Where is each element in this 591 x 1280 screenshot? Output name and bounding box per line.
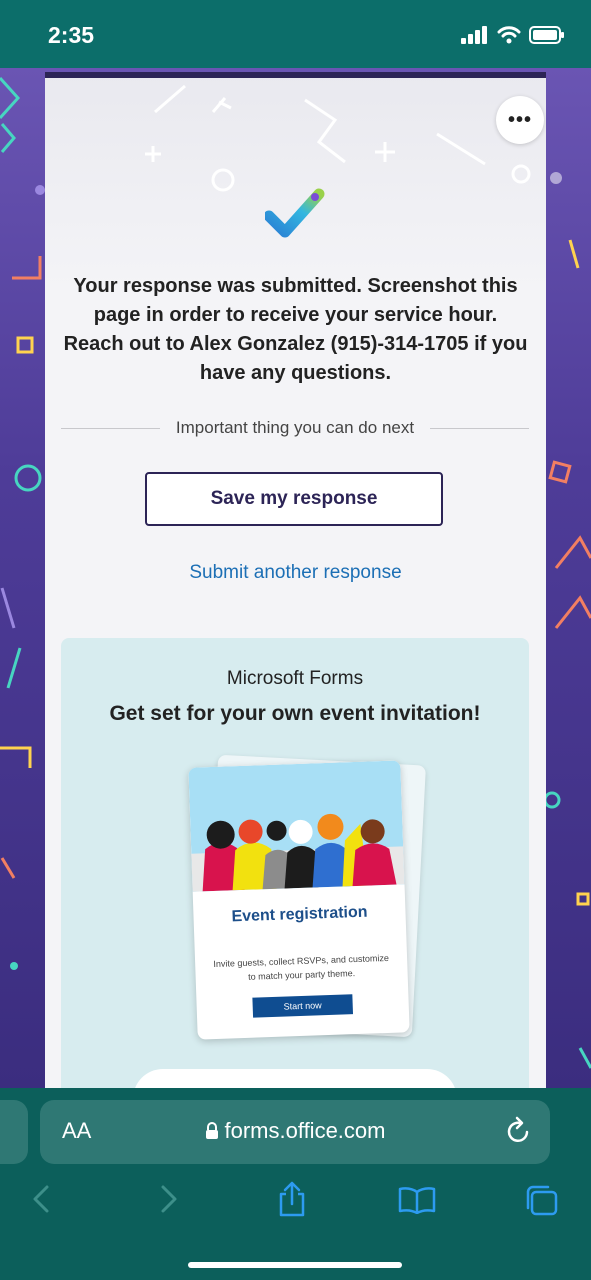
bookmarks-icon[interactable] [398,1186,436,1214]
url-display[interactable]: forms.office.com [40,1118,550,1144]
submission-message: Your response was submitted. Screenshot … [45,272,546,388]
submit-another-link[interactable]: Submit another response [45,562,546,584]
more-icon: ••• [507,108,532,131]
next-steps-divider: Important thing you can do next [61,418,529,438]
message-line: page in order to receive your service ho… [93,304,498,326]
crowd-illustration [188,760,405,892]
address-bar[interactable]: AA forms.office.com [40,1100,550,1164]
share-icon[interactable] [276,1180,308,1218]
tabs-icon[interactable] [524,1184,560,1218]
next-card-preview [133,1069,457,1088]
card-header-art [45,72,546,292]
battery-icon [529,26,564,44]
card-top-bar [45,72,546,78]
message-line: Reach out to Alex Gonzalez (915)-314-170… [63,333,528,355]
lock-icon [205,1122,218,1139]
confirmation-card: ••• Your response was submitted. Screens… [45,72,546,1088]
promo-headline: Get set for your own event invitation! [109,702,481,725]
message-line: have any questions. [199,362,392,384]
tile-title: Event registration [231,903,368,926]
reload-icon[interactable] [506,1116,532,1144]
divider-line [430,427,529,429]
divider-line [61,427,160,429]
promo-brand: Microsoft Forms [226,668,364,689]
tile-description: Invite guests, collect RSVPs, and custom… [205,951,398,986]
browser-toolbar: AA forms.office.com [0,1088,591,1280]
header-doodles [145,84,531,192]
checkmark-icon [265,188,325,238]
promo-panel: Microsoft Forms Get set for your own eve… [61,638,529,1088]
status-time: 2:35 [48,22,95,48]
event-template-tile[interactable]: Event registration Invite guests, collec… [188,760,410,1040]
status-bar: 2:35 [0,0,591,68]
start-now-button[interactable]: Start now [252,994,354,1018]
home-indicator [188,1262,402,1268]
wifi-icon [497,26,521,44]
forward-icon[interactable] [156,1183,180,1215]
url-text: forms.office.com [224,1118,386,1143]
previous-tab-pill[interactable] [0,1100,28,1164]
back-icon[interactable] [30,1183,54,1215]
divider-label: Important thing you can do next [175,418,415,437]
message-line: Your response was submitted. Screenshot … [73,275,518,297]
save-response-button[interactable]: Save my response [145,472,443,526]
more-options-button[interactable]: ••• [496,96,544,144]
status-icons [461,26,565,44]
signal-icon [461,26,487,44]
